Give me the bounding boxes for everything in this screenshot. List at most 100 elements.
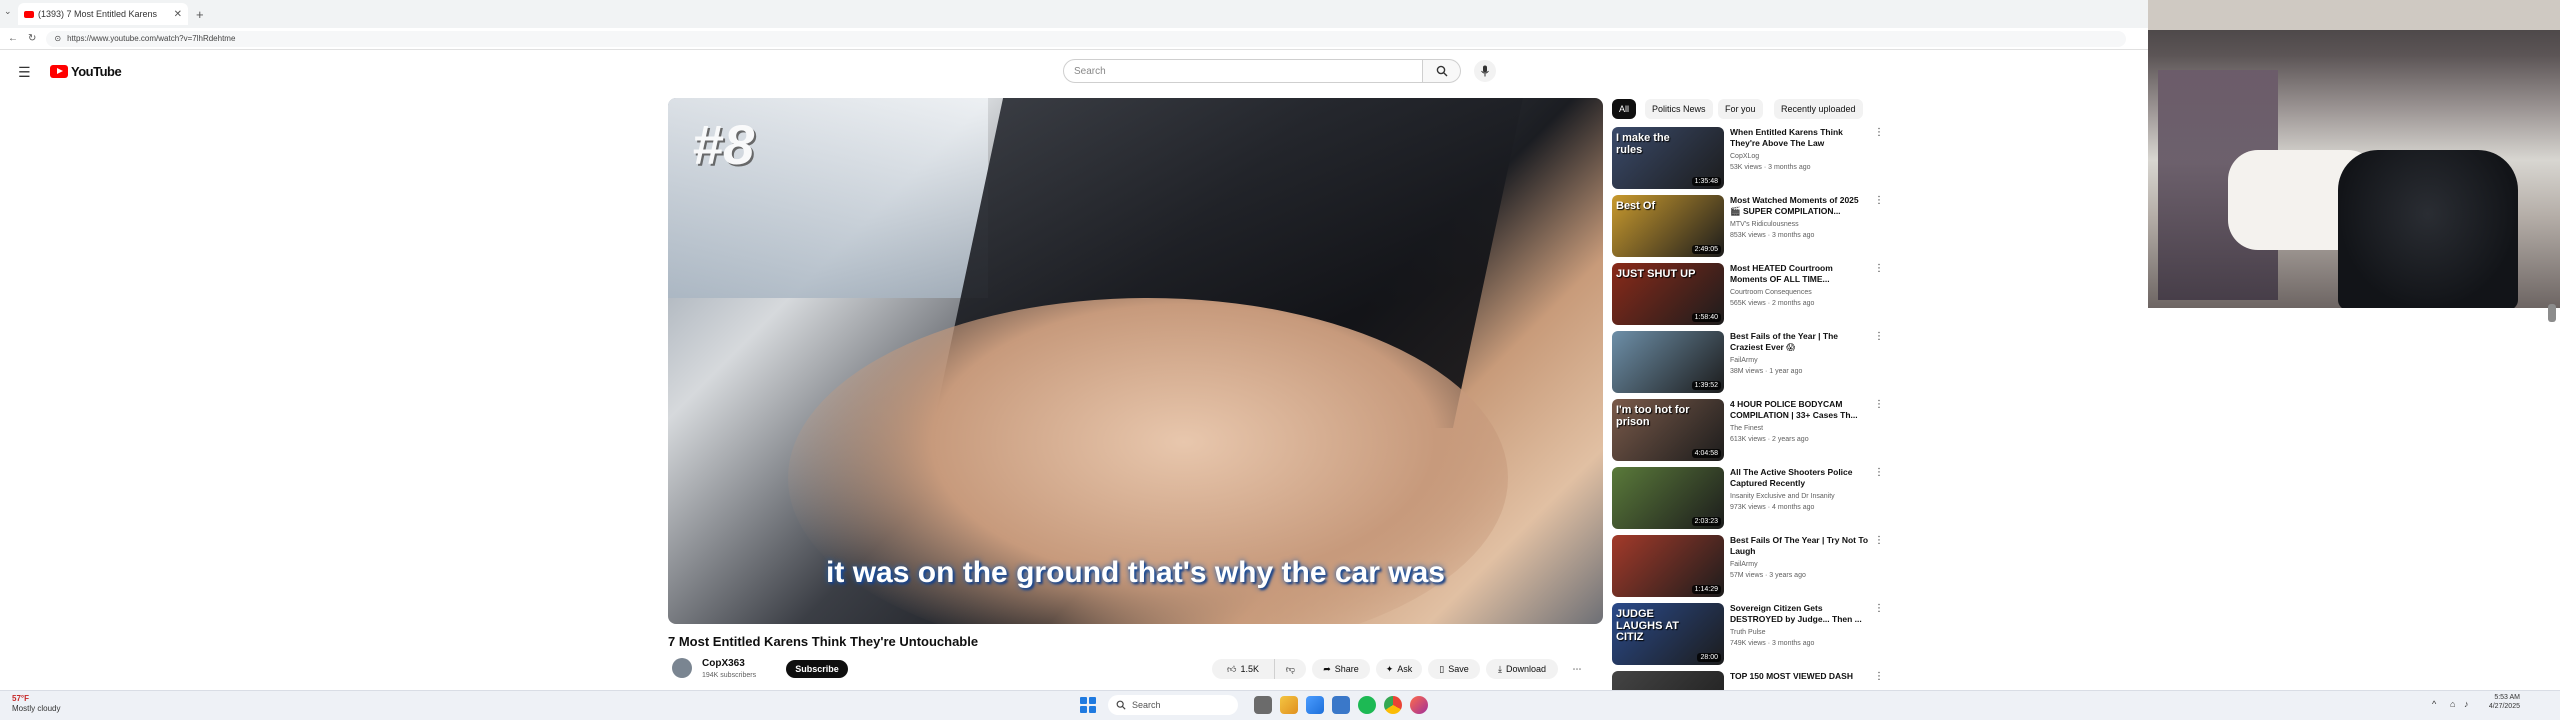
recommendation-title[interactable]: Most HEATED Courtroom Moments OF ALL TIM… [1730,263,1870,285]
spotify-icon[interactable] [1358,696,1376,714]
page-scrollbar-thumb[interactable] [2548,304,2556,322]
close-tab-icon[interactable]: ✕ [174,9,182,20]
download-label: Download [1505,664,1546,674]
edge-browser-icon[interactable] [1306,696,1324,714]
tray-chevron-icon[interactable]: ^ [2432,699,2436,709]
recommendation-meta: 749K views · 3 months ago [1730,640,1815,647]
firefox-icon[interactable] [1410,696,1428,714]
recommendation-meta: 565K views · 2 months ago [1730,300,1815,307]
share-icon: ➦ [1323,663,1331,674]
weather-condition: Mostly cloudy [12,704,61,713]
more-vertical-icon[interactable]: ⋮ [1874,331,1884,342]
recommendation-thumbnail[interactable]: I make the rules 1:35:48 [1612,127,1724,189]
search-input[interactable]: Search [1063,59,1423,83]
microphone-icon [1481,65,1489,77]
recommendation-channel[interactable]: FailArmy [1730,357,1758,364]
channel-avatar[interactable] [672,658,692,678]
tab-list-chevron-icon[interactable]: ⌄ [4,6,12,17]
browser-tab[interactable]: (1393) 7 Most Entitled Karens ✕ [18,3,188,25]
recommendation-title[interactable]: Sovereign Citizen Gets DESTROYED by Judg… [1730,603,1870,625]
reload-icon[interactable]: ↻ [28,33,36,44]
share-button[interactable]: ➦ Share [1312,659,1370,679]
thumbnail-text: JUDGE LAUGHS AT CITIZ [1616,608,1679,644]
recommendation-thumbnail[interactable]: I'm too hot for prison 4:04:58 [1612,399,1724,461]
windows-start-icon[interactable] [1080,697,1096,713]
task-view-icon[interactable] [1254,696,1272,714]
site-info-icon[interactable]: ⊙ [54,34,61,43]
recommendation-channel[interactable]: CopXLog [1730,153,1759,160]
recommendation-thumbnail[interactable]: 2:03:23 [1612,467,1724,529]
recommendation-channel[interactable]: Insanity Exclusive and Dr Insanity [1730,493,1835,500]
browser-tab-strip: ⌄ (1393) 7 Most Entitled Karens ✕ + [0,0,2148,28]
menu-icon[interactable]: ☰ [18,64,31,81]
recommendation-channel[interactable]: Courtroom Consequences [1730,289,1812,296]
more-vertical-icon[interactable]: ⋮ [1874,671,1884,682]
chip-all[interactable]: All [1612,99,1637,119]
recommendation-title[interactable]: Best Fails of the Year | The Craziest Ev… [1730,331,1870,353]
chip-recently-uploaded[interactable]: Recently uploaded [1774,99,1863,119]
recommendation-thumbnail[interactable]: Best Of 2:49:05 [1612,195,1724,257]
recommendation-title[interactable]: When Entitled Karens Think They're Above… [1730,127,1870,149]
recommendation-item[interactable]: 2:03:23 All The Active Shooters Police Ca… [1612,467,1884,531]
share-label: Share [1334,664,1359,674]
channel-name[interactable]: CopX363 [702,658,745,669]
download-icon: ⤓ [1497,663,1502,674]
recommendation-channel[interactable]: MTV's Ridiculousness [1730,221,1799,228]
recommendation-title[interactable]: 4 HOUR POLICE BODYCAM COMPILATION | 33+ … [1730,399,1870,421]
search-button[interactable] [1423,59,1461,83]
more-vertical-icon[interactable]: ⋮ [1874,603,1884,614]
recommendation-thumbnail[interactable]: 1:39:52 [1612,331,1724,393]
more-vertical-icon[interactable]: ⋮ [1874,399,1884,410]
webcam-chair [2338,150,2518,308]
network-icon[interactable]: ⌂ [2450,699,2455,709]
recommendation-item[interactable]: 1:14:29 Best Fails Of The Year | Try Not … [1612,535,1884,599]
recommendation-title[interactable]: TOP 150 MOST VIEWED DASH [1730,671,1870,682]
duration-badge: 1:58:40 [1691,313,1721,322]
more-vertical-icon[interactable]: ⋮ [1874,127,1884,138]
recommendation-title[interactable]: Most Watched Moments of 2025 🎬 SUPER COM… [1730,195,1870,217]
taskbar-search[interactable]: Search [1108,695,1238,715]
recommendation-item[interactable]: JUST SHUT UP 1:58:40 Most HEATED Courtroom… [1612,263,1884,327]
weather-widget[interactable]: 57°F Mostly cloudy [12,694,60,714]
video-player[interactable]: #8 it was on the ground that's why the c… [668,98,1603,624]
save-button[interactable]: ▯ Save [1428,659,1480,679]
more-vertical-icon[interactable]: ⋮ [1874,467,1884,478]
recommendation-meta: 53K views · 3 months ago [1730,164,1811,171]
recommendation-item[interactable]: 1:39:52 Best Fails of the Year | The Craz… [1612,331,1884,395]
download-button[interactable]: ⤓ Download [1486,659,1558,679]
recommendation-title[interactable]: Best Fails Of The Year | Try Not To Laug… [1730,535,1870,557]
channel-subscriber-count: 194K subscribers [702,672,757,679]
recommendation-item[interactable]: JUDGE LAUGHS AT CITIZ 28:00 Sovereign Citi… [1612,603,1884,667]
recommendation-item[interactable]: Best Of 2:49:05 Most Watched Moments of 20… [1612,195,1884,259]
like-button[interactable]: 👍︎ 1.5K [1212,659,1274,679]
chip-for-you[interactable]: For you [1718,99,1763,119]
subscribe-button[interactable]: Subscribe [786,660,848,678]
recommendation-thumbnail[interactable]: JUST SHUT UP 1:58:40 [1612,263,1724,325]
more-vertical-icon[interactable]: ⋮ [1874,535,1884,546]
recommendation-item[interactable]: I make the rules 1:35:48 When Entitled Kar… [1612,127,1884,191]
recommendation-thumbnail[interactable]: JUDGE LAUGHS AT CITIZ 28:00 [1612,603,1724,665]
address-bar[interactable]: ⊙ https://www.youtube.com/watch?v=7lhRde… [46,30,2127,47]
more-vertical-icon[interactable]: ⋮ [1874,263,1884,274]
youtube-logo[interactable]: YouTube [50,64,122,79]
recommendation-channel[interactable]: The Finest [1730,425,1763,432]
dislike-button[interactable]: 👎︎ [1274,659,1306,679]
recommendation-item[interactable]: I'm too hot for prison 4:04:58 4 HOUR POLI… [1612,399,1884,463]
new-tab-icon[interactable]: + [196,7,204,22]
voice-search-button[interactable] [1474,60,1496,82]
back-icon[interactable]: ← [8,33,18,44]
recommendation-channel[interactable]: FailArmy [1730,561,1758,568]
url-text: https://www.youtube.com/watch?v=7lhRdeht… [67,34,236,43]
file-explorer-icon[interactable] [1280,696,1298,714]
more-actions-button[interactable]: ⋯ [1564,659,1590,679]
recommendation-thumbnail[interactable]: 1:14:29 [1612,535,1724,597]
recommendation-channel[interactable]: Truth Pulse [1730,629,1766,636]
taskbar-clock[interactable]: 5:53 AM 4/27/2025 [2474,693,2520,712]
chrome-icon[interactable] [1384,696,1402,714]
chip-politics-news[interactable]: Politics News [1645,99,1713,119]
volume-icon[interactable]: ♪ [2464,699,2469,709]
more-vertical-icon[interactable]: ⋮ [1874,195,1884,206]
store-icon[interactable] [1332,696,1350,714]
ask-button[interactable]: ✦ Ask [1376,659,1422,679]
recommendation-title[interactable]: All The Active Shooters Police Captured … [1730,467,1870,489]
